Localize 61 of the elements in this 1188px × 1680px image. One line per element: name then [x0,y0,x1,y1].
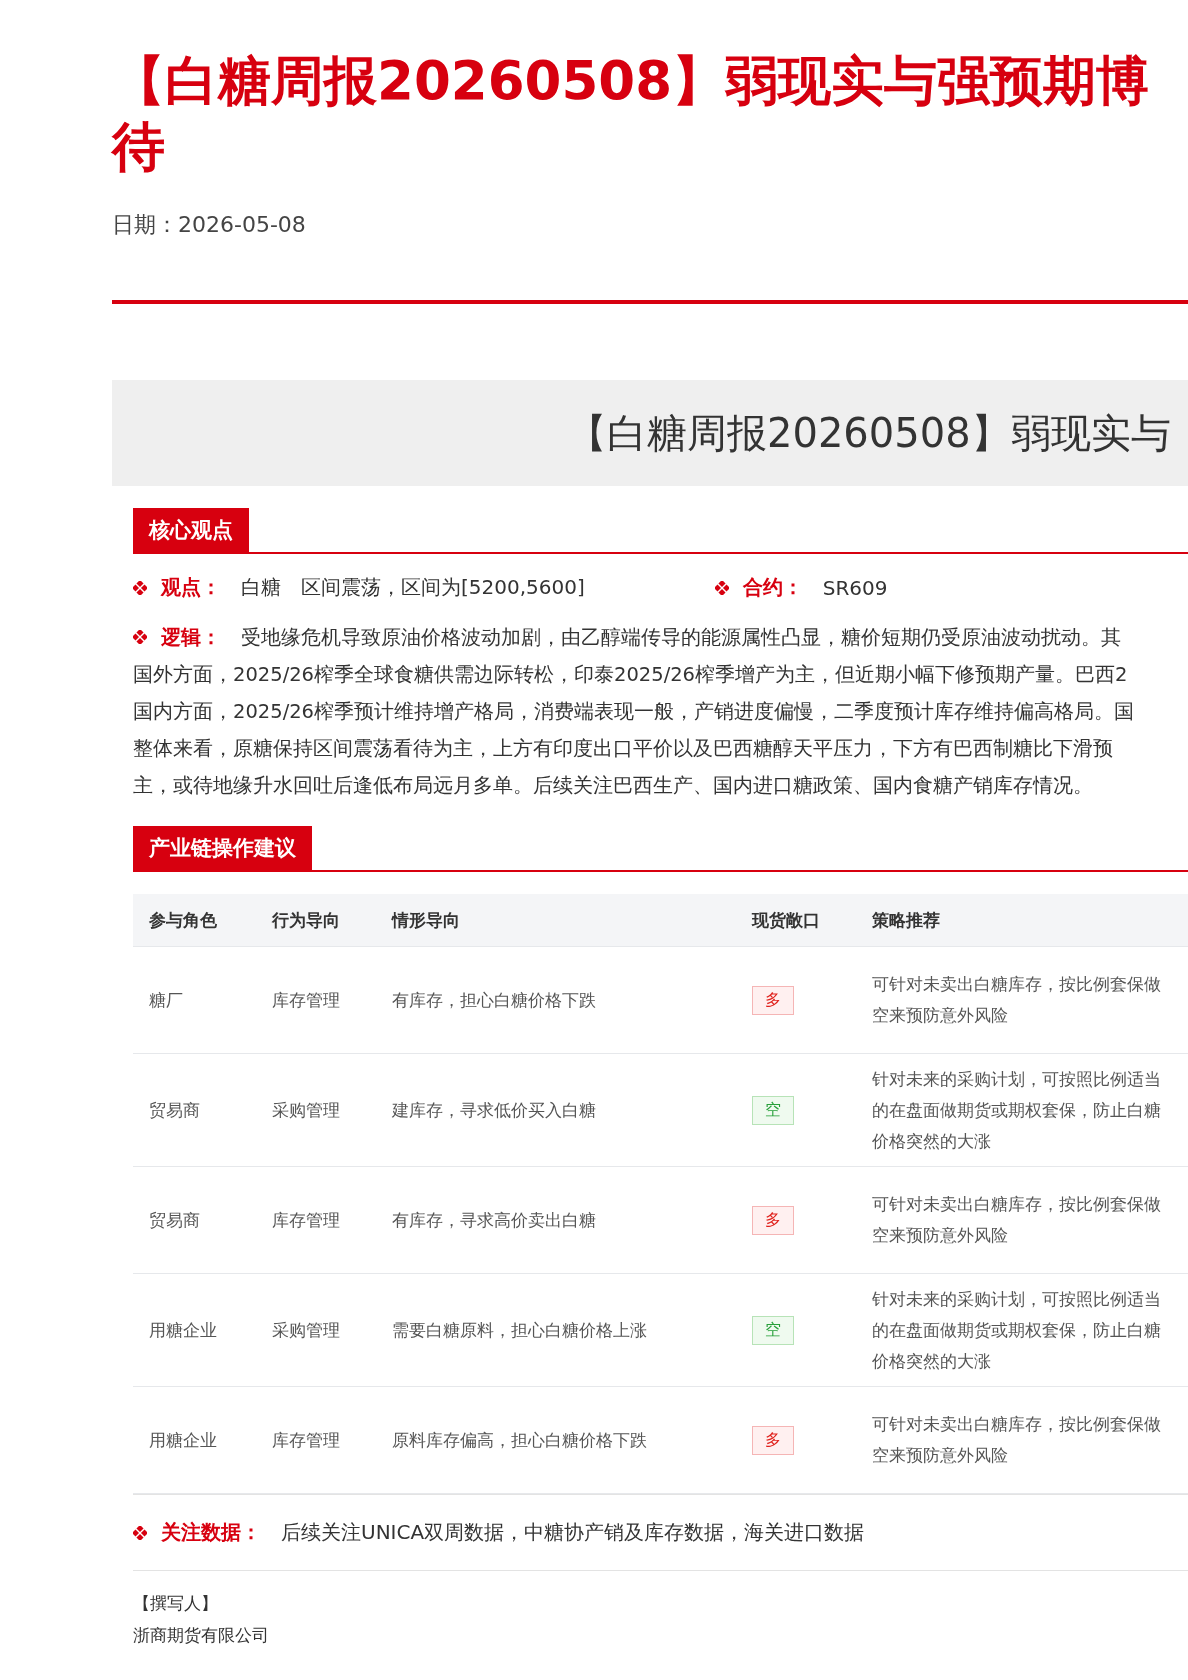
strategy-text: 空来预防意外风险 [872,1005,1009,1027]
strategy-text: 可针对未卖出白糖库存，按比例套保做 [872,974,1162,996]
strategy-text: 可针对未卖出白糖库存，按比例套保做 [872,1194,1162,1216]
strategy-text: 的在盘面做期货或期权套保，防止白糖 [872,1099,1162,1122]
logic-text: 整体来看，原糖保持区间震荡看待为主，上方有印度出口平价以及巴西糖醇天平压力，下方有巴西制糖比下滑预 [133,737,1113,760]
table-cell-text: 库存管理 [271,988,341,1012]
exposure-tag: 空 [752,1095,794,1125]
strategy-text: 空来预防意外风险 [872,1445,1009,1467]
field-value: 后续关注UNICA双周数据，中糖协产销及库存数据，海关进口数据 [281,1519,865,1546]
field-label: 观点： [161,574,221,601]
column-header: 情形导向 [390,908,461,932]
table-cell-text: 采购管理 [271,1318,341,1342]
field-value: 白糖 区间震荡，区间为[5200,5600] [241,574,585,601]
section-heading: 核心观点 [133,508,249,552]
bullet-icon [133,630,147,644]
publish-date: 日期：2026-05-08 [112,211,307,239]
exposure-tag: 空 [752,1315,794,1345]
column-header: 行为导向 [271,908,341,932]
table-cell-text: 库存管理 [271,1208,341,1232]
table-cell-text: 有库存，担心白糖价格下跌 [391,988,597,1012]
author-heading: 【撰写人】 [133,1592,219,1615]
column-header: 现货敞口 [750,908,821,932]
bullet-icon [133,580,147,595]
strategy-text: 价格突然的大涨 [872,1130,992,1153]
table-cell-text: 需要白糖原料，担心白糖价格上涨 [391,1318,648,1342]
page-title: 待 [112,115,166,179]
table-cell-text: 贸易商 [148,1208,201,1232]
column-header: 参与角色 [148,908,218,932]
table-cell-text: 用糖企业 [148,1318,218,1342]
bullet-icon [714,580,729,595]
field-label: 关注数据： [161,1519,261,1546]
column-header: 策略推荐 [871,908,941,932]
strategy-text: 可针对未卖出白糖库存，按比例套保做 [872,1414,1162,1436]
table-cell-text: 贸易商 [148,1098,201,1122]
strategy-text: 针对未来的采购计划，可按照比例适当 [872,1288,1162,1311]
logic-text: 主，或待地缘升水回吐后逢低布局远月多单。后续关注巴西生产、国内进口糖政策、国内食糖产销库存情况。 [133,774,1093,797]
exposure-tag: 多 [752,985,794,1015]
field-value: SR609 [822,575,888,600]
logic-text: 受地缘危机导致原油价格波动加剧，由乙醇端传导的能源属性凸显，糖价短期仍受原油波动扰动。其 [241,626,1121,649]
page-title: 【白糖周报20260508】弱现实与强预期博 [112,49,1151,113]
field-label: 合约： [742,574,803,601]
field-label: 逻辑： [161,626,221,649]
section-heading: 产业链操作建议 [133,826,312,870]
table-cell-text: 糖厂 [148,988,184,1012]
banner-title: 【白糖周报20260508】弱现实与 [567,408,1171,458]
table-cell-text: 建库存，寻求低价买入白糖 [391,1098,597,1122]
exposure-tag: 多 [752,1205,794,1235]
table-cell-text: 有库存，寻求高价卖出白糖 [391,1208,597,1232]
company-name: 浙商期货有限公司 [133,1624,270,1647]
table-cell-text: 用糖企业 [148,1428,218,1452]
strategy-text: 的在盘面做期货或期权套保，防止白糖 [872,1319,1162,1342]
table-cell-text: 原料库存偏高，担心白糖价格下跌 [391,1428,648,1452]
table-cell-text: 库存管理 [271,1428,341,1452]
exposure-tag: 多 [752,1425,794,1455]
strategy-text: 空来预防意外风险 [872,1225,1009,1247]
bullet-icon [133,1525,147,1540]
logic-text: 国外方面，2025/26榨季全球食糖供需边际转松，印泰2025/26榨季增产为主，但近期小幅下修预期产量。巴西2 [133,663,1128,686]
strategy-text: 价格突然的大涨 [872,1350,992,1373]
strategy-text: 针对未来的采购计划，可按照比例适当 [872,1068,1162,1091]
logic-text: 国内方面，2025/26榨季预计维持增产格局，消费端表现一般，产销进度偏慢，二季度预计库存维持偏高格局。国 [133,700,1134,723]
table-cell-text: 采购管理 [271,1098,341,1122]
